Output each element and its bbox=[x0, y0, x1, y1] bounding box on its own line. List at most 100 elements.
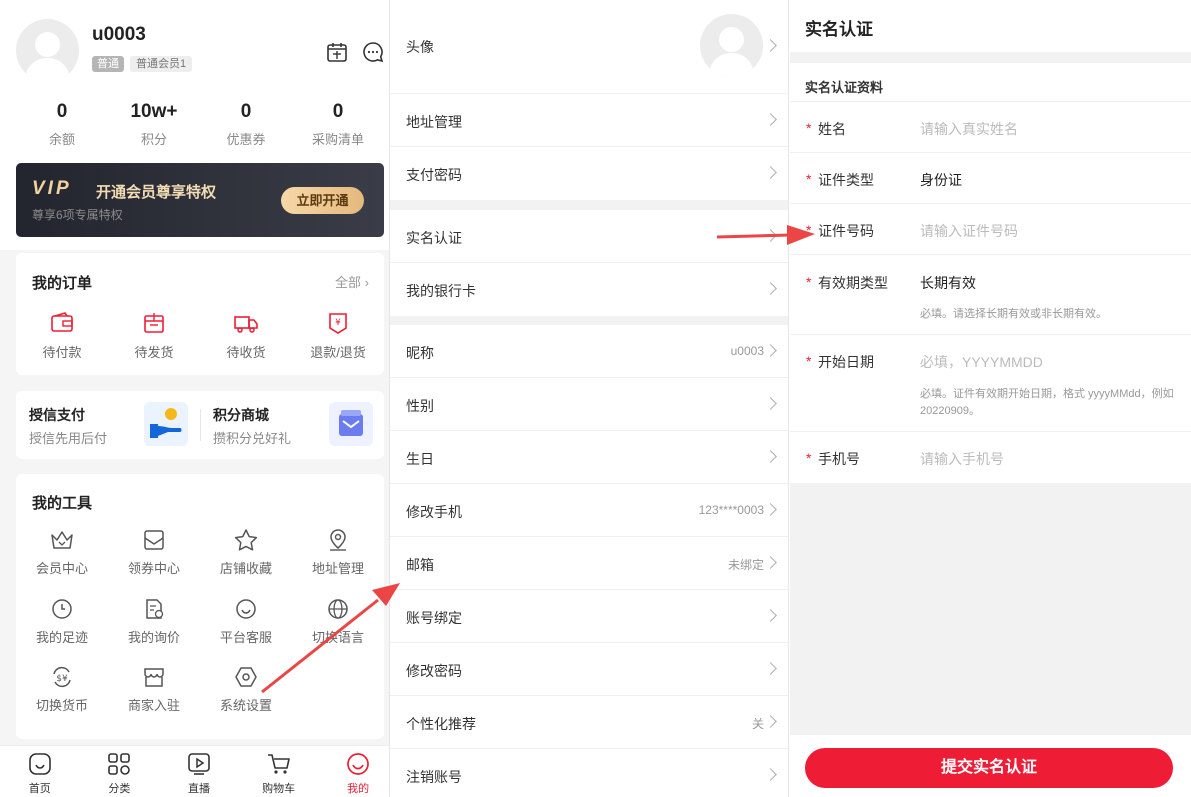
settings-row-account-binding[interactable]: 账号绑定 bbox=[390, 590, 788, 643]
stat-coupons[interactable]: 0 优惠券 bbox=[200, 100, 292, 148]
settings-row-delete-account[interactable]: 注销账号 bbox=[390, 749, 788, 797]
tool-label: 领券中心 bbox=[127, 561, 180, 576]
tools-row-1: 会员中心 领券中心 店铺收藏 地址管理 bbox=[16, 528, 384, 577]
service-icon bbox=[236, 599, 256, 619]
coupon-icon bbox=[144, 530, 164, 550]
tab-label: 我的 bbox=[347, 783, 370, 795]
vip-open-button[interactable]: 立即开通 bbox=[281, 187, 364, 214]
submit-realname-button[interactable]: 提交实名认证 bbox=[805, 748, 1173, 788]
tool-merchant-join[interactable]: 商家入驻 bbox=[108, 665, 200, 714]
required-mark: * bbox=[806, 222, 812, 238]
start-date-input[interactable]: 必填，YYYYMMDD bbox=[920, 352, 1043, 372]
settings-row-gender[interactable]: 性别 bbox=[390, 378, 788, 431]
tools-row-3: $¥ 切换货币 商家入驻 系统设置 bbox=[16, 665, 384, 714]
settings-row-personalized[interactable]: 个性化推荐 关 bbox=[390, 696, 788, 749]
field-hint: 必填。证件有效期开始日期，格式 yyyyMMdd，例如 20220909。 bbox=[920, 388, 1174, 417]
profile-panel: u0003 普通 普通会员1 0 余额 10w+ 积分 0 优惠券 0 采购清单 bbox=[0, 0, 398, 797]
settings-row-bank-card[interactable]: 我的银行卡 bbox=[390, 263, 788, 316]
settings-row-address[interactable]: 地址管理 bbox=[390, 94, 788, 147]
tab-mine[interactable]: 我的 bbox=[318, 746, 398, 797]
orders-title: 我的订单 bbox=[32, 275, 93, 292]
tool-coupon-center[interactable]: 领券中心 bbox=[108, 528, 200, 577]
tab-cart[interactable]: 购物车 bbox=[239, 746, 319, 797]
username: u0003 bbox=[92, 24, 146, 45]
required-mark: * bbox=[806, 450, 812, 466]
tools-title: 我的工具 bbox=[32, 495, 93, 512]
tool-switch-language[interactable]: 切换语言 bbox=[292, 597, 384, 646]
stat-balance[interactable]: 0 余额 bbox=[16, 100, 108, 148]
location-icon bbox=[330, 529, 346, 551]
message-icon[interactable] bbox=[361, 40, 385, 64]
row-label: 个性化推荐 bbox=[406, 716, 476, 732]
avatar-row[interactable]: 头像 bbox=[390, 0, 788, 93]
vip-banner[interactable]: VIP 开通会员尊享特权 尊享6项专属特权 立即开通 bbox=[16, 163, 384, 237]
crown-icon bbox=[51, 531, 73, 549]
tool-customer-service[interactable]: 平台客服 bbox=[200, 597, 292, 646]
order-pending-shipment[interactable]: 待发货 bbox=[108, 310, 200, 361]
tool-label: 切换货币 bbox=[35, 698, 88, 713]
id-type-select[interactable]: 身份证 bbox=[920, 170, 962, 190]
tool-member-center[interactable]: 会员中心 bbox=[16, 528, 108, 577]
tab-label: 分类 bbox=[108, 783, 131, 795]
chevron-right-icon bbox=[764, 662, 777, 675]
settings-row-realname[interactable]: 实名认证 bbox=[390, 210, 788, 263]
svg-text:$¥: $¥ bbox=[56, 674, 68, 684]
settings-group-3: 昵称 u0003 性别 生日 修改手机 123****0003 邮箱 未绑定 账号绑定… bbox=[390, 325, 788, 797]
tool-switch-currency[interactable]: $¥ 切换货币 bbox=[16, 665, 108, 714]
field-hint: 必填。请选择长期有效或非长期有效。 bbox=[920, 308, 1107, 320]
tool-my-inquiry[interactable]: 我的询价 bbox=[108, 597, 200, 646]
chevron-right-icon bbox=[764, 768, 777, 781]
settings-row-pay-password[interactable]: 支付密码 bbox=[390, 147, 788, 200]
phone-input[interactable]: 请输入手机号 bbox=[920, 449, 1004, 469]
order-refund[interactable]: ¥ 退款/退货 bbox=[292, 310, 384, 361]
row-label: 地址管理 bbox=[406, 114, 462, 130]
live-icon bbox=[188, 753, 210, 775]
realname-form: 实名认证资料 * 姓名 请输入真实姓名 * 证件类型 身份证 * 证件号码 请输… bbox=[790, 63, 1191, 483]
tool-address-management[interactable]: 地址管理 bbox=[292, 528, 384, 577]
clock-icon bbox=[52, 599, 72, 619]
stat-value: 0 bbox=[240, 101, 252, 122]
row-label: 修改手机 bbox=[406, 504, 462, 520]
tab-live[interactable]: 直播 bbox=[159, 746, 239, 797]
settings-row-birthday[interactable]: 生日 bbox=[390, 431, 788, 484]
currency-icon: $¥ bbox=[53, 666, 71, 688]
validity-type-select[interactable]: 长期有效 bbox=[920, 273, 976, 293]
order-pending-payment[interactable]: 待付款 bbox=[16, 310, 108, 361]
stat-points[interactable]: 10w+ 积分 bbox=[108, 100, 200, 148]
points-mall-subtitle: 攒积分兑好礼 bbox=[213, 431, 292, 446]
sign-in-calendar-icon[interactable] bbox=[325, 40, 349, 64]
required-mark: * bbox=[806, 120, 812, 136]
stat-label: 采购清单 bbox=[311, 132, 364, 147]
settings-icon bbox=[235, 667, 257, 687]
realname-header: 实名认证 bbox=[790, 0, 1191, 52]
wallet-icon bbox=[51, 312, 73, 332]
settings-row-change-password[interactable]: 修改密码 bbox=[390, 643, 788, 696]
orders-all-link[interactable]: 全部 › bbox=[335, 272, 369, 291]
submit-bar: 提交实名认证 bbox=[790, 735, 1191, 797]
tool-my-footprint[interactable]: 我的足迹 bbox=[16, 597, 108, 646]
chevron-right-icon bbox=[764, 39, 777, 52]
field-label: 证件号码 bbox=[818, 223, 874, 239]
settings-row-email[interactable]: 邮箱 未绑定 bbox=[390, 537, 788, 590]
settings-group-1: 地址管理 支付密码 bbox=[390, 94, 788, 200]
tool-system-settings[interactable]: 系统设置 bbox=[200, 665, 292, 714]
bottom-tab-bar: 首页 分类 直播 购物车 我的 bbox=[0, 745, 398, 797]
member-badge: 普通会员1 bbox=[130, 56, 193, 72]
id-number-input[interactable]: 请输入证件号码 bbox=[920, 221, 1018, 241]
stat-label: 余额 bbox=[48, 132, 75, 147]
tab-home[interactable]: 首页 bbox=[0, 746, 80, 797]
name-input[interactable]: 请输入真实姓名 bbox=[920, 119, 1018, 139]
tab-category[interactable]: 分类 bbox=[80, 746, 160, 797]
stat-purchase-list[interactable]: 0 采购清单 bbox=[292, 100, 384, 148]
tool-label: 地址管理 bbox=[311, 561, 364, 576]
credit-title: 授信支付 bbox=[29, 407, 85, 423]
tool-store-favorites[interactable]: 店铺收藏 bbox=[200, 528, 292, 577]
settings-row-phone[interactable]: 修改手机 123****0003 bbox=[390, 484, 788, 537]
level-badge: 普通 bbox=[92, 56, 124, 72]
order-pending-receipt[interactable]: 待收货 bbox=[200, 310, 292, 361]
tool-label: 平台客服 bbox=[219, 630, 272, 645]
avatar[interactable] bbox=[16, 19, 79, 82]
stat-value: 0 bbox=[332, 101, 344, 122]
settings-row-nickname[interactable]: 昵称 u0003 bbox=[390, 325, 788, 378]
vip-title: 开通会员尊享特权 bbox=[96, 184, 217, 201]
